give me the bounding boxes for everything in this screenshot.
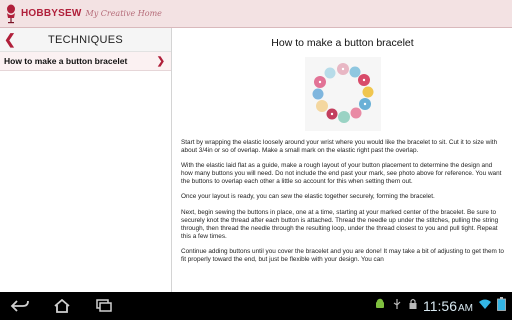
techniques-sidebar: ❮ TECHNIQUES How to make a button bracel… [0,28,172,292]
back-chevron-icon[interactable]: ❮ [4,30,18,48]
system-bar: 11:56AM [0,292,512,320]
usb-notification-icon[interactable] [391,297,403,315]
article-paragraph: Continue adding buttons until you cover … [181,247,504,264]
clock-ampm: AM [458,303,473,314]
battery-icon [497,296,506,316]
back-icon[interactable] [10,299,30,313]
home-icon[interactable] [52,298,72,313]
lock-icon [408,297,418,315]
recent-apps-icon[interactable] [94,299,114,313]
mannequin-logo-icon [4,4,18,24]
bracelet-photo [304,57,381,131]
article-title: How to make a button bracelet [271,37,414,49]
app-header: HOBBYSEW My Creative Home [0,0,512,28]
sidebar-header: ❮ TECHNIQUES [0,28,171,52]
article-content[interactable]: How to make a button bracelet Start by w… [173,28,512,292]
list-item-button-bracelet[interactable]: How to make a button bracelet ❯ [0,52,171,71]
hobbysew-logo: HOBBYSEW My Creative Home [4,0,162,28]
article-paragraph: With the elastic laid flat as a guide, m… [181,162,502,186]
article-paragraph: Once your layout is ready, you can sew t… [181,193,435,201]
article-paragraph: Start by wrapping the elastic loosely ar… [181,139,498,155]
chevron-right-icon: ❯ [156,55,165,67]
brand-name: HOBBYSEW [21,8,82,19]
article-paragraph: Next, begin sewing the buttons in place,… [181,208,499,240]
sidebar-title: TECHNIQUES [47,33,124,46]
brand-tagline: My Creative Home [85,9,162,18]
status-area: 11:56AM [374,292,506,320]
android-notification-icon[interactable] [374,297,386,315]
clock[interactable]: 11:56AM [423,298,473,314]
clock-time: 11:56 [423,298,457,314]
wifi-icon [478,297,492,315]
system-nav [10,298,114,313]
list-item-label: How to make a button bracelet [4,56,128,66]
